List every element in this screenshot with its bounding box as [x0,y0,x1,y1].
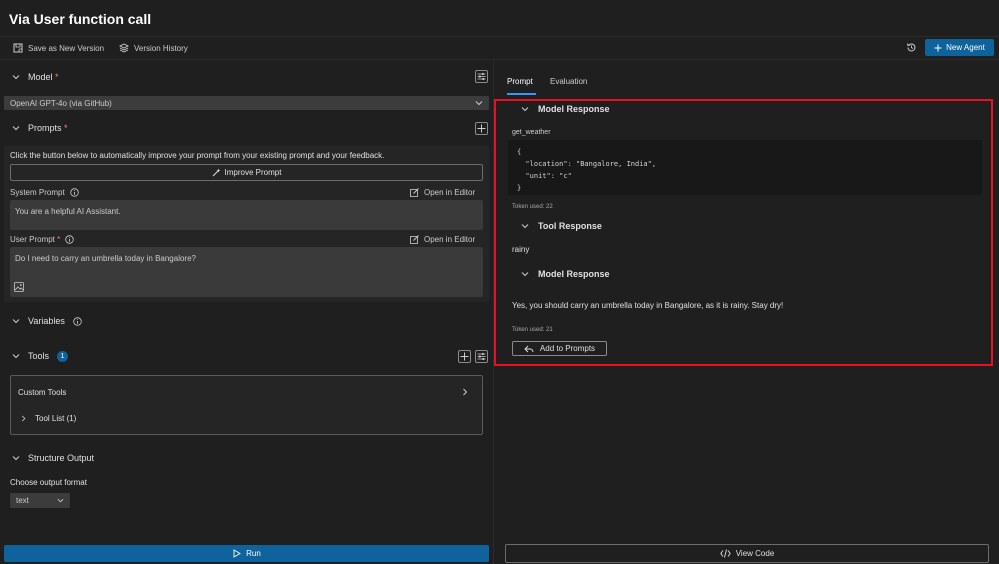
function-args-code: { "location": "Bangalore, India", "unit"… [508,140,982,195]
view-code-button[interactable]: View Code [505,544,989,563]
prompts-heading: Prompts * [28,123,68,133]
save-version-label: Save as New Version [28,43,105,53]
tools-heading: Tools [28,351,50,361]
sliders-icon [477,73,486,80]
new-agent-button[interactable]: New Agent [925,39,994,56]
chevron-down-icon [12,319,20,324]
history-icon[interactable] [905,41,917,53]
variables-heading: Variables [28,316,65,326]
system-prompt-label: System Prompt [10,188,79,197]
output-format-select[interactable]: text [10,493,70,508]
tools-count-badge: 1 [57,350,69,362]
model-section-header[interactable]: Model * [12,70,59,84]
chevron-down-icon [12,354,20,359]
tool-list-label: Tool List (1) [35,413,77,423]
info-icon[interactable] [69,188,79,197]
chevron-down-icon [12,75,20,80]
sparkle-icon [212,168,221,177]
info-icon[interactable] [65,235,74,244]
code-icon [719,549,731,558]
edit-icon [410,188,419,197]
choose-format-label: Choose output format [10,478,87,487]
add-to-prompts-button[interactable]: Add to Prompts [512,341,607,356]
view-code-label: View Code [735,549,775,558]
tab-prompt[interactable]: Prompt [507,77,533,86]
page-title: Via User function call [9,11,152,27]
model-heading: Model * [28,72,59,82]
tools-section-header[interactable]: Tools 1 [12,349,69,363]
tool-list-toggle[interactable]: Tool List (1) [20,411,76,425]
run-button[interactable]: Run [4,545,489,562]
chevron-down-icon [57,498,64,503]
image-attach-icon[interactable] [14,282,24,292]
improve-prompt-label: Improve Prompt [224,168,282,177]
model-response-text: Yes, you should carry an umbrella today … [512,301,784,310]
chevron-right-icon [21,415,26,421]
run-label: Run [246,549,261,558]
model-selected-value: OpenAI GPT-4o (via GitHub) [10,98,112,108]
version-history-button[interactable]: Version History [119,41,188,55]
save-icon [13,43,23,53]
custom-tools-label[interactable]: Custom Tools [18,388,66,397]
user-open-editor-button[interactable]: Open in Editor [410,235,475,244]
structure-heading: Structure Output [28,453,95,463]
play-icon [233,549,242,558]
system-open-editor-button[interactable]: Open in Editor [410,188,475,197]
user-prompt-input[interactable]: Do I need to carry an umbrella today in … [10,247,483,297]
chevron-down-icon [12,126,20,131]
structure-section-header[interactable]: Structure Output [12,451,94,465]
tool-settings-button[interactable] [475,350,488,363]
chevron-down-icon [521,272,529,277]
model-response-header-1[interactable]: Model Response [521,104,610,114]
function-name: get_weather [512,129,551,136]
chevron-down-icon [475,101,483,106]
token-count-1: Token used: 22 [512,204,553,210]
plus-icon [934,44,942,52]
chevron-down-icon [521,107,529,112]
tab-evaluation[interactable]: Evaluation [550,77,587,86]
token-count-2: Token used: 21 [512,327,553,333]
improve-prompt-button[interactable]: Improve Prompt [10,164,483,181]
model-settings-button[interactable] [475,70,488,83]
user-prompt-label: User Prompt * [10,235,74,244]
layers-icon [119,43,129,53]
custom-tools-box [10,375,483,435]
output-format-value: text [16,496,29,505]
chevron-down-icon [521,224,529,229]
active-tab-indicator [507,93,536,95]
sliders-icon [477,353,486,360]
system-prompt-input[interactable]: You are a helpful AI Assistant. [10,200,483,230]
model-select[interactable]: OpenAI GPT-4o (via GitHub) [4,96,489,110]
improve-hint: Click the button below to automatically … [10,151,385,160]
user-prompt-value: Do I need to carry an umbrella today in … [15,254,196,263]
tool-response-header[interactable]: Tool Response [521,221,602,231]
plus-icon [477,124,486,133]
chevron-down-icon [12,456,20,461]
add-to-prompts-label: Add to Prompts [539,344,596,353]
model-response-header-2[interactable]: Model Response [521,269,610,279]
prompts-section-header[interactable]: Prompts * [12,121,68,135]
left-panel [0,61,494,564]
info-icon[interactable] [73,316,82,326]
tool-response-value: rainy [512,245,530,254]
add-tool-button[interactable] [458,350,471,363]
new-agent-label: New Agent [946,43,985,52]
save-version-button[interactable]: Save as New Version [13,41,104,55]
variables-section-header[interactable]: Variables [12,314,82,328]
chevron-right-icon[interactable] [461,388,469,396]
reply-icon [524,345,534,352]
edit-icon [410,235,419,244]
plus-icon [460,352,469,361]
add-prompt-button[interactable] [475,122,488,135]
version-history-label: Version History [134,43,188,53]
